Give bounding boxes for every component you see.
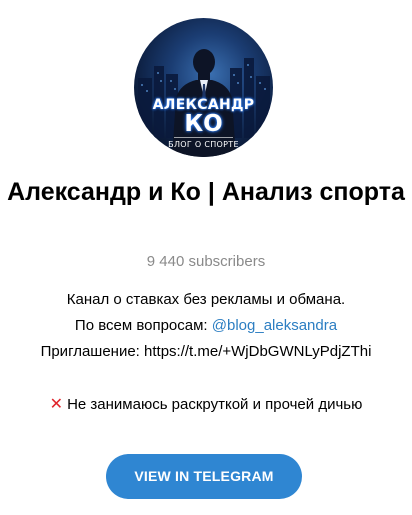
view-in-telegram-button[interactable]: VIEW IN TELEGRAM bbox=[106, 454, 302, 499]
description-line-4: ✕ Не занимаюсь раскруткой и прочей дичью bbox=[0, 391, 412, 418]
description-line-1: Канал о ставках без рекламы и обмана. bbox=[66, 291, 346, 308]
subscriber-count: 9 440 subscribers bbox=[146, 253, 266, 270]
description-line-3: Приглашение: https://t.me/+WjDbGWNLyPdjZ… bbox=[40, 343, 372, 360]
avatar-name-line2: КО bbox=[184, 111, 223, 137]
channel-title: Александр и Ко | Анализ спорта bbox=[7, 178, 405, 206]
contact-prefix: По всем вопросам: bbox=[74, 317, 212, 334]
channel-avatar: АЛЕКСАНДР КО БЛОГ О СПОРТЕ bbox=[134, 18, 273, 157]
channel-description: Канал о ставках без рекламы и обмана. По… bbox=[0, 287, 412, 418]
description-spacer bbox=[0, 365, 412, 391]
description-line-2: По всем вопросам: @blog_aleksandra bbox=[0, 313, 412, 339]
contact-link[interactable]: @blog_aleksandra bbox=[212, 317, 337, 334]
cross-mark-icon: ✕ bbox=[49, 394, 64, 413]
avatar-tagline: БЛОГ О СПОРТЕ bbox=[168, 140, 239, 149]
channel-preview-page: АЛЕКСАНДР КО БЛОГ О СПОРТЕ Александр и К… bbox=[0, 0, 412, 515]
description-line-4-text: Не занимаюсь раскруткой и прочей дичью bbox=[67, 396, 363, 413]
